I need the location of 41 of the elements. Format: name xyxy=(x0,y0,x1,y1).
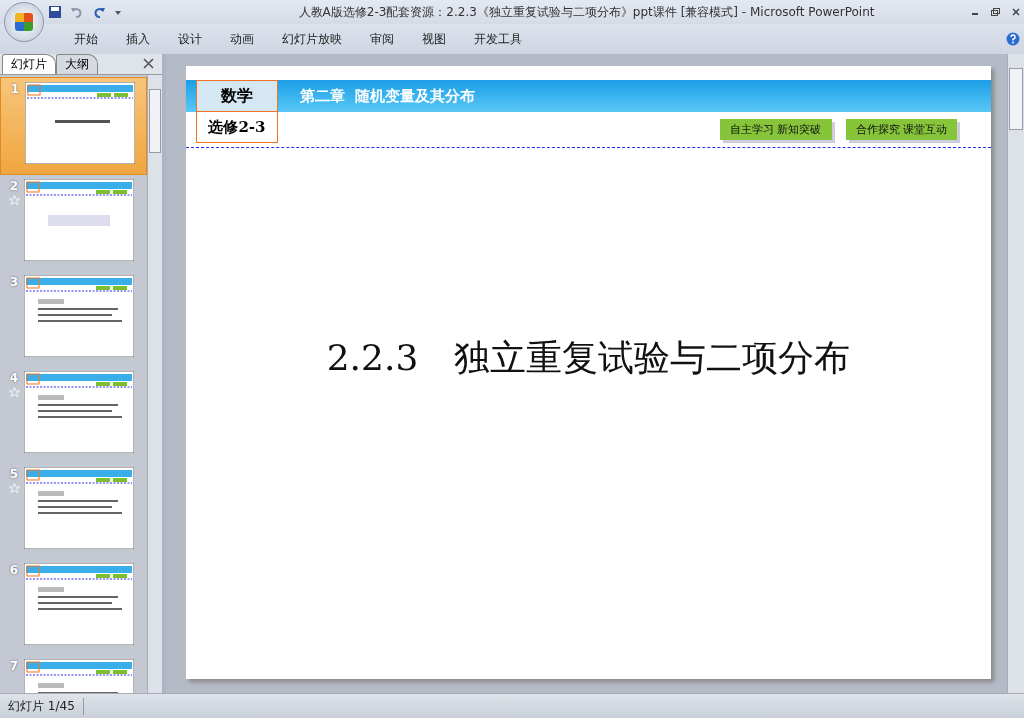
office-button[interactable] xyxy=(4,2,44,42)
slide-thumbnail[interactable] xyxy=(24,275,134,357)
scrollbar[interactable] xyxy=(147,75,162,693)
ribbon-tab[interactable]: 视图 xyxy=(408,30,460,48)
course-label: 选修2-3 xyxy=(196,112,278,143)
scrollbar[interactable] xyxy=(1007,54,1024,693)
subject-label: 数学 xyxy=(196,80,278,112)
ribbon-tab[interactable]: 审阅 xyxy=(356,30,408,48)
close-icon[interactable] xyxy=(143,58,154,69)
redo-icon[interactable] xyxy=(92,5,106,19)
ribbon-tab[interactable]: 动画 xyxy=(216,30,268,48)
nav-button[interactable]: 合作探究 课堂互动 xyxy=(845,119,957,140)
ribbon-tab[interactable]: 幻灯片放映 xyxy=(268,30,356,48)
customize-icon[interactable] xyxy=(114,8,122,16)
close-icon[interactable] xyxy=(1012,8,1020,16)
window-title: 人教A版选修2-3配套资源：2.2.3《独立重复试验与二项分布》ppt课件 [兼容模式] - Microsoft PowerPoint xyxy=(297,3,876,21)
slide-number: 7 xyxy=(9,659,19,673)
ribbon-tab[interactable]: 开发工具 xyxy=(460,30,536,48)
slide-number: 1 xyxy=(10,82,20,96)
slide-number: 6 xyxy=(9,563,19,577)
slide-thumbnail[interactable] xyxy=(24,371,134,453)
pane-tab[interactable]: 大纲 xyxy=(56,54,98,74)
ribbon-tab[interactable]: 设计 xyxy=(164,30,216,48)
slide-number: 4 xyxy=(9,371,19,385)
slide-thumbnail[interactable] xyxy=(24,563,134,645)
slide-title: 2.2.3 独立重复试验与二项分布 xyxy=(326,336,851,380)
restore-icon[interactable] xyxy=(991,8,1000,16)
status-text: 幻灯片 1/45 xyxy=(0,697,84,715)
ribbon-tab[interactable]: 插入 xyxy=(112,30,164,48)
save-icon[interactable] xyxy=(48,5,62,19)
slide-thumbnail[interactable] xyxy=(24,467,134,549)
slide-thumbnail[interactable] xyxy=(24,179,134,261)
slide-thumbnail[interactable] xyxy=(25,82,135,164)
help-icon[interactable] xyxy=(1006,32,1020,46)
slide-number: 5 xyxy=(9,467,19,481)
ribbon-tab[interactable]: 开始 xyxy=(60,30,112,48)
slide-number: 3 xyxy=(9,275,19,289)
chapter-title: 第二章 随机变量及其分布 xyxy=(300,86,476,106)
pane-tab[interactable]: 幻灯片 xyxy=(2,54,56,74)
nav-button[interactable]: 自主学习 新知突破 xyxy=(720,119,832,140)
slide-number: 2 xyxy=(9,179,19,193)
